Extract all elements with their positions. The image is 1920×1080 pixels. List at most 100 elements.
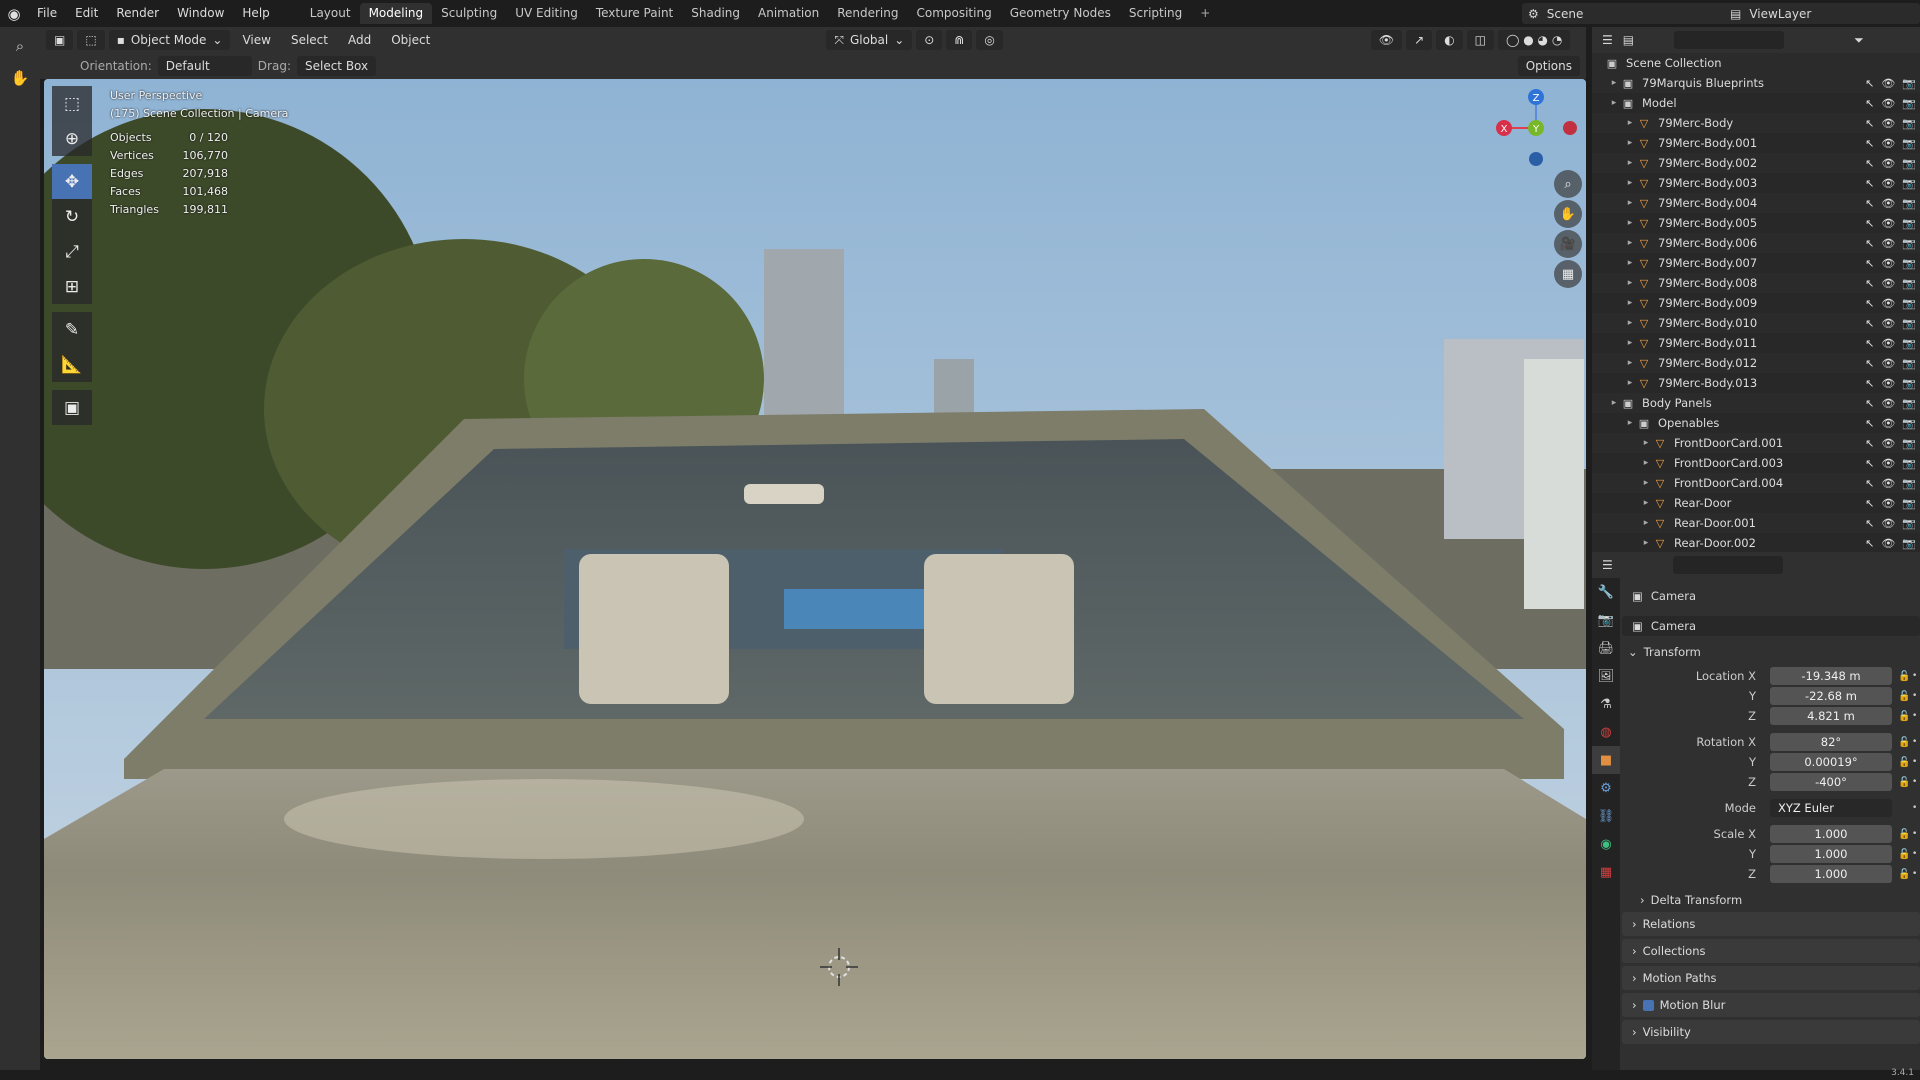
selectable-toggle-icon[interactable]: ↖	[1865, 437, 1874, 450]
selectable-toggle-icon[interactable]: ↖	[1865, 117, 1874, 130]
selectable-toggle-icon[interactable]: ↖	[1865, 317, 1874, 330]
tree-row[interactable]: ▸ ▽ 79Merc-Body.003 ↖ 👁 📷	[1592, 173, 1920, 193]
select-box-tool-icon[interactable]: ⬚	[52, 86, 92, 121]
neg-x-axis-icon[interactable]	[1563, 121, 1577, 135]
keyframe-icon[interactable]: •	[1912, 691, 1917, 701]
render-toggle-icon[interactable]: 📷	[1902, 157, 1916, 170]
rotation-mode-dropdown[interactable]: XYZ Euler	[1770, 799, 1892, 817]
tree-row[interactable]: ▸ ▽ 79Merc-Body.009 ↖ 👁 📷	[1592, 293, 1920, 313]
lock-icon[interactable]: 🔓	[1898, 869, 1910, 880]
eye-icon[interactable]: 👁	[1881, 177, 1895, 190]
editor-type-button[interactable]: ▣	[46, 30, 74, 50]
selectable-toggle-icon[interactable]: ↖	[1865, 397, 1874, 410]
gizmo-toggle-button[interactable]: ↗	[1406, 30, 1433, 50]
tree-row[interactable]: ▸ ▽ 79Merc-Body.006 ↖ 👁 📷	[1592, 233, 1920, 253]
menu-file[interactable]: File	[28, 0, 66, 27]
eye-icon[interactable]: 👁	[1881, 337, 1895, 350]
eye-icon[interactable]: 👁	[1881, 257, 1895, 270]
proportional-edit-button[interactable]: ◎	[976, 30, 1003, 50]
eye-icon[interactable]: 👁	[1881, 537, 1895, 550]
selectable-toggle-icon[interactable]: ↖	[1865, 377, 1874, 390]
tab-scripting[interactable]: Scripting	[1120, 3, 1191, 24]
tree-row[interactable]: ▸ ▽ FrontDoorCard.001 ↖ 👁 📷	[1592, 433, 1920, 453]
object-menu[interactable]: Object	[383, 33, 438, 47]
add-workspace-icon[interactable]: +	[1191, 3, 1219, 24]
motion-blur-checkbox[interactable]	[1642, 999, 1654, 1011]
render-toggle-icon[interactable]: 📷	[1902, 477, 1916, 490]
render-toggle-icon[interactable]: 📷	[1902, 117, 1916, 130]
eye-icon[interactable]: 👁	[1881, 197, 1895, 210]
eye-icon[interactable]: 👁	[1881, 317, 1895, 330]
menu-window[interactable]: Window	[168, 0, 233, 27]
zoom-view-icon[interactable]: ⌕	[1554, 170, 1582, 198]
tree-row[interactable]: ▸ ▽ 79Merc-Body.008 ↖ 👁 📷	[1592, 273, 1920, 293]
render-toggle-icon[interactable]: 📷	[1902, 237, 1916, 250]
expand-arrow-icon[interactable]: ▸	[1624, 218, 1636, 228]
tree-row[interactable]: ▸ ▽ Rear-Door ↖ 👁 📷	[1592, 493, 1920, 513]
render-toggle-icon[interactable]: 📷	[1902, 517, 1916, 530]
selectable-toggle-icon[interactable]: ↖	[1865, 297, 1874, 310]
expand-arrow-icon[interactable]: ▸	[1624, 418, 1636, 428]
menu-render[interactable]: Render	[107, 0, 168, 27]
tab-animation[interactable]: Animation	[749, 3, 828, 24]
world-tab-icon[interactable]: ◍	[1592, 718, 1620, 746]
expand-arrow-icon[interactable]: ▸	[1624, 338, 1636, 348]
eye-icon[interactable]: 👁	[1881, 377, 1895, 390]
location-y-field[interactable]: -22.68 m	[1770, 687, 1892, 705]
keyframe-icon[interactable]: •	[1912, 869, 1917, 879]
eye-icon[interactable]: 👁	[1881, 437, 1895, 450]
scale-z-field[interactable]: 1.000	[1770, 865, 1892, 883]
keyframe-icon[interactable]: •	[1912, 829, 1917, 839]
keyframe-icon[interactable]: •	[1912, 737, 1917, 747]
render-tab-icon[interactable]: 📷	[1592, 606, 1620, 634]
lock-icon[interactable]: 🔓	[1898, 829, 1910, 840]
options-dropdown[interactable]: Options	[1517, 56, 1580, 76]
object-name-field[interactable]: ▣ Camera	[1622, 616, 1920, 636]
orientation-dropdown[interactable]: Default	[157, 56, 252, 76]
view-layer-selector[interactable]: ▤ ViewLayer	[1724, 3, 1920, 24]
measure-tool-icon[interactable]: 📐	[52, 347, 92, 382]
expand-arrow-icon[interactable]: ▸	[1624, 258, 1636, 268]
expand-arrow-icon[interactable]: ▸	[1640, 538, 1652, 548]
eye-icon[interactable]: 👁	[1881, 357, 1895, 370]
render-toggle-icon[interactable]: 📷	[1902, 177, 1916, 190]
output-tab-icon[interactable]: 🖨	[1592, 634, 1620, 662]
eye-icon[interactable]: 👁	[1881, 517, 1895, 530]
tab-shading[interactable]: Shading	[682, 3, 749, 24]
eye-icon[interactable]: 👁	[1881, 237, 1895, 250]
delta-transform-header[interactable]: › Delta Transform	[1622, 890, 1920, 910]
pivot-point-button[interactable]: ⊙	[916, 30, 943, 50]
add-menu[interactable]: Add	[340, 33, 379, 47]
tree-row-scene-collection[interactable]: ▣ Scene Collection	[1592, 53, 1920, 73]
selectable-toggle-icon[interactable]: ↖	[1865, 157, 1874, 170]
scale-tool-icon[interactable]: ⤢	[52, 234, 92, 269]
view-layer-tab-icon[interactable]: 🖼	[1592, 662, 1620, 690]
tree-row[interactable]: ▸ ▽ 79Merc-Body ↖ 👁 📷	[1592, 113, 1920, 133]
selection-mode-button[interactable]: ⬚	[77, 30, 105, 50]
expand-arrow-icon[interactable]: ▸	[1624, 178, 1636, 188]
properties-editor-icon[interactable]: ☰	[1602, 558, 1613, 572]
tree-row[interactable]: ▸ ▣ Model ↖ 👁 📷	[1592, 93, 1920, 113]
add-cube-tool-icon[interactable]: ▣	[52, 390, 92, 425]
tree-row[interactable]: ▸ ▽ 79Merc-Body.010 ↖ 👁 📷	[1592, 313, 1920, 333]
cursor-tool-icon[interactable]: ⊕	[52, 121, 92, 156]
outliner-editor-icon[interactable]: ☰	[1602, 33, 1613, 47]
render-toggle-icon[interactable]: 📷	[1902, 537, 1916, 550]
selectable-toggle-icon[interactable]: ↖	[1865, 537, 1874, 550]
transform-tool-icon[interactable]: ⊞	[52, 269, 92, 304]
selectable-toggle-icon[interactable]: ↖	[1865, 477, 1874, 490]
transform-header[interactable]: ⌄ Transform	[1622, 642, 1920, 662]
lock-icon[interactable]: 🔓	[1898, 671, 1910, 682]
data-tab-icon[interactable]: ▦	[1592, 858, 1620, 886]
selectable-toggle-icon[interactable]: ↖	[1865, 97, 1874, 110]
expand-arrow-icon[interactable]: ▸	[1624, 138, 1636, 148]
eye-icon[interactable]: 👁	[1881, 97, 1895, 110]
object-tab-icon[interactable]: ■	[1592, 746, 1620, 774]
render-toggle-icon[interactable]: 📷	[1902, 97, 1916, 110]
3d-viewport[interactable]	[44, 79, 1586, 1059]
eye-icon[interactable]: 👁	[1881, 277, 1895, 290]
render-toggle-icon[interactable]: 📷	[1902, 297, 1916, 310]
expand-arrow-icon[interactable]: ▸	[1640, 478, 1652, 488]
render-toggle-icon[interactable]: 📷	[1902, 317, 1916, 330]
eye-icon[interactable]: 👁	[1881, 477, 1895, 490]
